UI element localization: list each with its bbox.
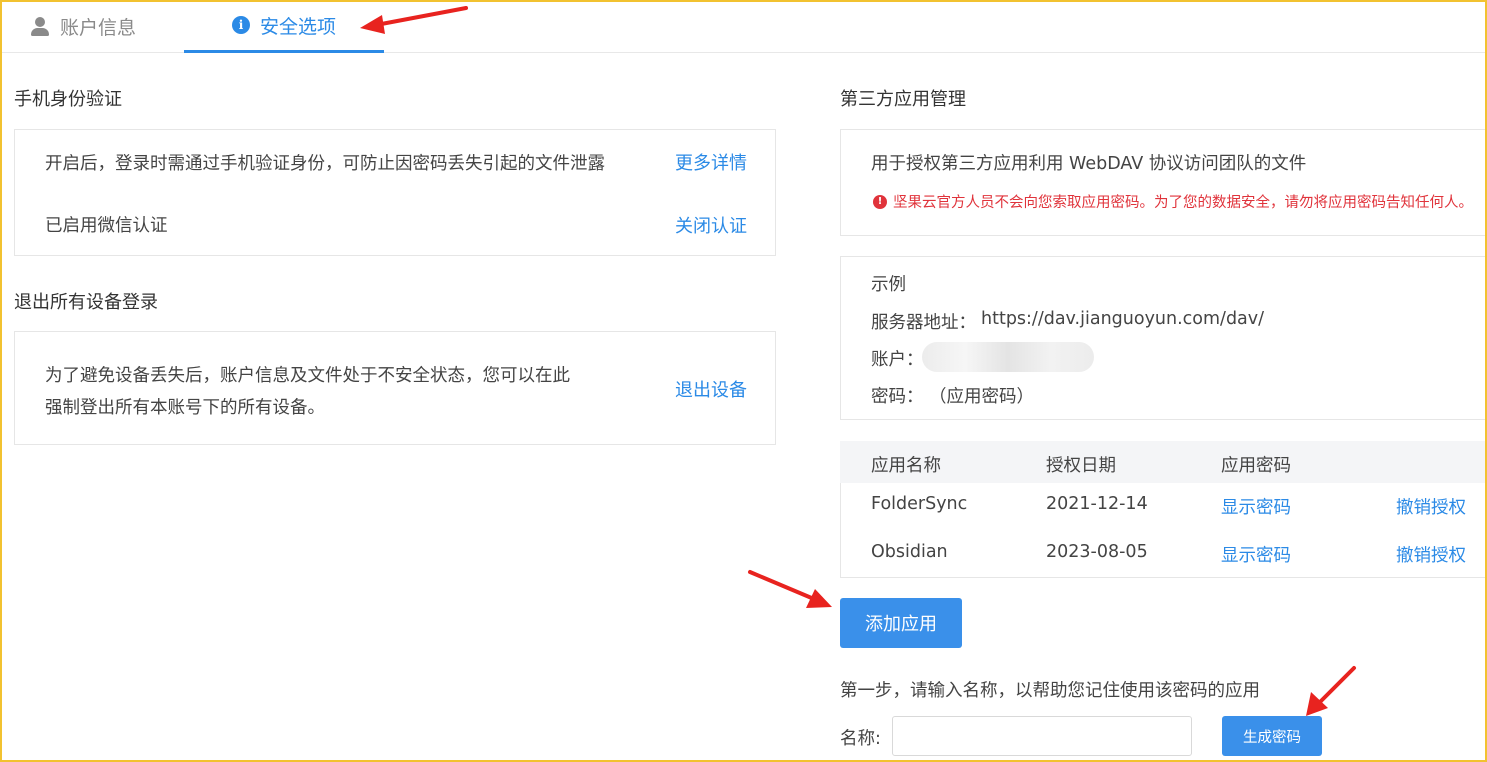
phone-verify-panel: 开启后，登录时需通过手机验证身份，可防止因密码丢失引起的文件泄露 更多详情 已启…: [14, 129, 776, 256]
phone-verify-title: 手机身份验证: [14, 89, 122, 110]
third-party-title: 第三方应用管理: [840, 89, 966, 110]
info-icon: i: [231, 16, 250, 34]
tab-security-options-label: 安全选项: [259, 15, 336, 38]
security-warning-text: 坚果云官方人员不会向您索取应用密码。为了您的数据安全，请勿将应用密码告知任何人。: [893, 195, 1473, 211]
logout-devices-panel: 为了避免设备丢失后，账户信息及文件处于不安全状态，您可以在此 强制登出所有本账号…: [14, 331, 776, 445]
password-value: （应用密码）: [929, 387, 1034, 407]
auth-date-cell: 2021-12-14: [1046, 494, 1148, 514]
app-name-cell: FolderSync: [871, 494, 968, 514]
account-value-redacted: [922, 342, 1094, 372]
annotation-arrow-tab: [360, 6, 468, 34]
password-label: 密码：: [871, 387, 924, 407]
third-party-info-panel: 用于授权第三方应用利用 WebDAV 协议访问团队的文件: [840, 129, 1487, 236]
tab-account-info-label: 账户信息: [60, 17, 137, 39]
third-party-description: 用于授权第三方应用利用 WebDAV 协议访问团队的文件: [871, 154, 1307, 174]
column-header-app-password: 应用密码: [1221, 456, 1291, 476]
warning-icon: !: [873, 194, 887, 209]
add-app-button[interactable]: 添加应用: [840, 598, 962, 648]
column-header-auth-date: 授权日期: [1046, 456, 1116, 476]
tab-account-info[interactable]: 账户信息: [30, 0, 136, 53]
security-warning: ! 坚果云官方人员不会向您索取应用密码。为了您的数据安全，请勿将应用密码告知任何…: [873, 191, 1473, 212]
tab-bar: 账户信息 i 安全选项: [0, 0, 1487, 53]
phone-verify-description: 开启后，登录时需通过手机验证身份，可防止因密码丢失引起的文件泄露: [45, 154, 605, 174]
app-name-cell: Obsidian: [871, 542, 948, 562]
logout-devices-title: 退出所有设备登录: [14, 292, 158, 313]
user-icon: [30, 16, 50, 37]
name-field-label: 名称:: [840, 729, 881, 749]
auth-date-cell: 2023-08-05: [1046, 542, 1148, 562]
logout-description-line1: 为了避免设备丢失后，账户信息及文件处于不安全状态，您可以在此: [45, 366, 570, 386]
show-password-link[interactable]: 显示密码: [1221, 494, 1291, 519]
revoke-auth-link[interactable]: 撤销授权: [1396, 542, 1466, 567]
logout-devices-link[interactable]: 退出设备: [675, 376, 747, 402]
server-address-value: https://dav.jianguoyun.com/dav/: [981, 309, 1265, 329]
more-details-link[interactable]: 更多详情: [675, 149, 747, 175]
step-one-text: 第一步，请输入名称，以帮助您记住使用该密码的应用: [840, 681, 1260, 701]
generate-password-button[interactable]: 生成密码: [1222, 716, 1322, 756]
revoke-auth-link[interactable]: 撤销授权: [1396, 494, 1466, 519]
example-heading: 示例: [871, 275, 906, 295]
annotation-arrow-generate: [1306, 666, 1356, 716]
show-password-link[interactable]: 显示密码: [1221, 542, 1291, 567]
disable-auth-link[interactable]: 关闭认证: [675, 212, 747, 238]
annotation-arrow-add-app: [748, 570, 832, 608]
account-label: 账户：: [871, 350, 924, 370]
server-address-label: 服务器地址：: [871, 313, 976, 333]
logout-description-line2: 强制登出所有本账号下的所有设备。: [45, 398, 325, 418]
wechat-auth-status: 已启用微信认证: [45, 216, 168, 236]
app-name-input[interactable]: [892, 716, 1192, 756]
example-panel: 示例 服务器地址： https://dav.jianguoyun.com/dav…: [840, 256, 1487, 420]
column-header-app-name: 应用名称: [871, 456, 941, 476]
